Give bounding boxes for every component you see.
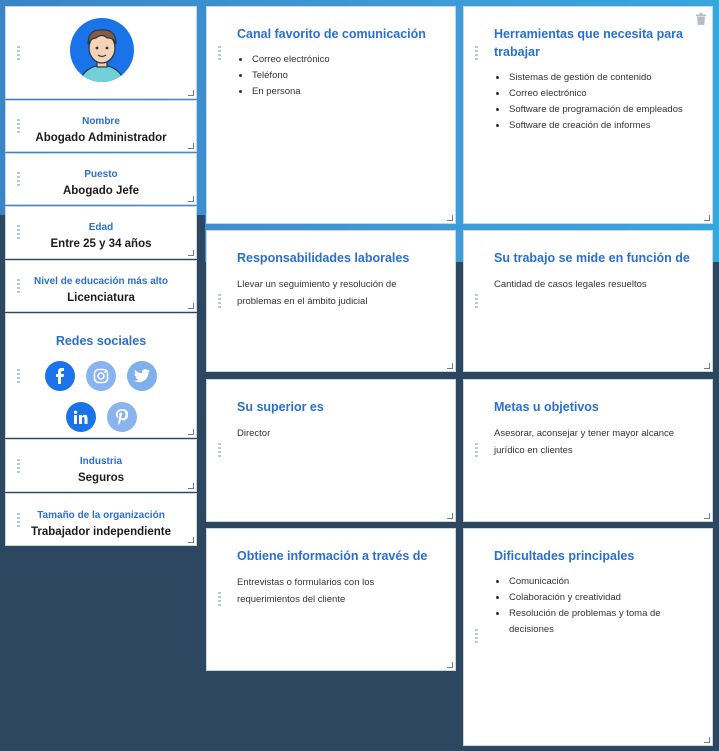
drag-handle-icon[interactable] (17, 279, 20, 293)
drag-handle-icon[interactable] (475, 294, 478, 308)
field-label: Edad (88, 222, 114, 233)
card-text: Llevar un seguimiento y resolución de pr… (237, 279, 397, 307)
field-card-tamano[interactable]: Tamaño de la organización Trabajador ind… (5, 493, 197, 546)
twitter-icon[interactable] (127, 361, 157, 391)
card-superior[interactable]: Su superior es Director (206, 379, 456, 522)
resize-handle[interactable] (447, 215, 453, 221)
field-value: Abogado Jefe (62, 185, 140, 197)
card-informacion[interactable]: Obtiene información a través de Entrevis… (206, 528, 456, 671)
resize-handle[interactable] (188, 250, 194, 256)
social-row-1 (6, 361, 196, 391)
resize-handle[interactable] (188, 483, 194, 489)
list-item: Software de programación de empleados (508, 102, 692, 118)
drag-handle-icon[interactable] (475, 46, 478, 60)
resize-handle[interactable] (188, 90, 194, 96)
social-card[interactable]: Redes sociales (5, 313, 197, 438)
field-value: Licenciatura (67, 292, 135, 304)
avatar-card[interactable] (5, 6, 197, 99)
resize-handle[interactable] (188, 303, 194, 309)
resize-handle[interactable] (188, 143, 194, 149)
drag-handle-icon[interactable] (218, 592, 221, 606)
drag-handle-icon[interactable] (475, 629, 478, 643)
card-list: Correo electrónico Teléfono En persona (237, 52, 435, 100)
card-text: Cantidad de casos legales resueltos (494, 279, 647, 290)
social-row-2 (6, 402, 196, 432)
resize-handle[interactable] (188, 429, 194, 435)
drag-handle-icon[interactable] (17, 119, 20, 133)
resize-handle[interactable] (447, 513, 453, 519)
list-item: Sistemas de gestión de contenido (508, 70, 692, 86)
card-responsabilidades[interactable]: Responsabilidades laborales Llevar un se… (206, 230, 456, 372)
card-list: Comunicación Colaboración y creatividad … (494, 574, 692, 638)
resize-handle[interactable] (704, 215, 710, 221)
facebook-icon[interactable] (45, 361, 75, 391)
list-item: Teléfono (251, 68, 435, 84)
field-card-educacion[interactable]: Nivel de educación más alto Licenciatura (5, 260, 197, 312)
card-title: Obtiene información a través de (237, 549, 428, 563)
field-label: Nivel de educación más alto (34, 276, 168, 287)
linkedin-icon[interactable] (65, 402, 96, 432)
list-item: En persona (251, 84, 435, 100)
drag-handle-icon[interactable] (218, 46, 221, 60)
card-title: Su superior es (237, 400, 324, 414)
card-list: Sistemas de gestión de contenido Correo … (494, 70, 692, 134)
list-item: Correo electrónico (508, 86, 692, 102)
field-value: Entre 25 y 34 años (50, 238, 152, 250)
card-text: Entrevistas o formularios con los requer… (237, 577, 375, 605)
card-title: Responsabilidades laborales (237, 251, 410, 265)
resize-handle[interactable] (704, 513, 710, 519)
card-text: Asesorar, aconsejar y tener mayor alcanc… (494, 428, 675, 456)
card-title: Su trabajo se mide en función de (494, 251, 690, 265)
card-title: Canal favorito de comunicación (237, 27, 426, 41)
list-item: Correo electrónico (251, 52, 435, 68)
field-value: Trabajador independiente (31, 526, 171, 538)
card-title: Metas u objetivos (494, 400, 599, 414)
list-item: Colaboración y creatividad (508, 590, 692, 606)
field-value: Abogado Administrador (35, 132, 167, 144)
card-canal-favorito[interactable]: Canal favorito de comunicación Correo el… (206, 6, 456, 224)
card-herramientas[interactable]: Herramientas que necesita para trabajar … (463, 6, 713, 224)
drag-handle-icon[interactable] (17, 513, 20, 527)
resize-handle[interactable] (188, 196, 194, 202)
list-item: Resolución de problemas y toma de decisi… (508, 606, 692, 638)
field-card-puesto[interactable]: Puesto Abogado Jefe (5, 153, 197, 205)
list-item: Comunicación (508, 574, 692, 590)
field-card-nombre[interactable]: Nombre Abogado Administrador (5, 100, 197, 152)
resize-handle[interactable] (447, 662, 453, 668)
drag-handle-icon[interactable] (17, 225, 20, 239)
resize-handle[interactable] (704, 363, 710, 369)
field-label: Industria (79, 456, 123, 467)
field-label: Tamaño de la organización (37, 510, 165, 521)
card-metas[interactable]: Metas u objetivos Asesorar, aconsejar y … (463, 379, 713, 522)
social-title: Redes sociales (55, 334, 147, 348)
card-text: Director (237, 428, 271, 439)
field-card-industria[interactable]: Industria Seguros (5, 439, 197, 492)
field-label: Nombre (82, 116, 120, 127)
avatar (70, 18, 134, 82)
card-title: Dificultades principales (494, 549, 635, 563)
resize-handle[interactable] (188, 537, 194, 543)
drag-handle-icon[interactable] (17, 46, 20, 60)
field-label: Puesto (84, 169, 118, 180)
pinterest-icon[interactable] (106, 402, 137, 432)
resize-handle[interactable] (447, 363, 453, 369)
drag-handle-icon[interactable] (17, 172, 20, 186)
instagram-icon[interactable] (86, 361, 116, 391)
trash-icon[interactable] (696, 13, 706, 25)
drag-handle-icon[interactable] (218, 443, 221, 457)
card-title: Herramientas que necesita para trabajar (494, 27, 683, 59)
field-value: Seguros (77, 472, 124, 484)
field-card-edad[interactable]: Edad Entre 25 y 34 años (5, 206, 197, 259)
list-item: Software de creación de informes (508, 118, 692, 134)
drag-handle-icon[interactable] (475, 443, 478, 457)
drag-handle-icon[interactable] (17, 459, 20, 473)
card-dificultades[interactable]: Dificultades principales Comunicación Co… (463, 528, 713, 746)
drag-handle-icon[interactable] (218, 294, 221, 308)
card-medicion[interactable]: Su trabajo se mide en función de Cantida… (463, 230, 713, 372)
resize-handle[interactable] (704, 737, 710, 743)
drag-handle-icon[interactable] (17, 369, 20, 383)
